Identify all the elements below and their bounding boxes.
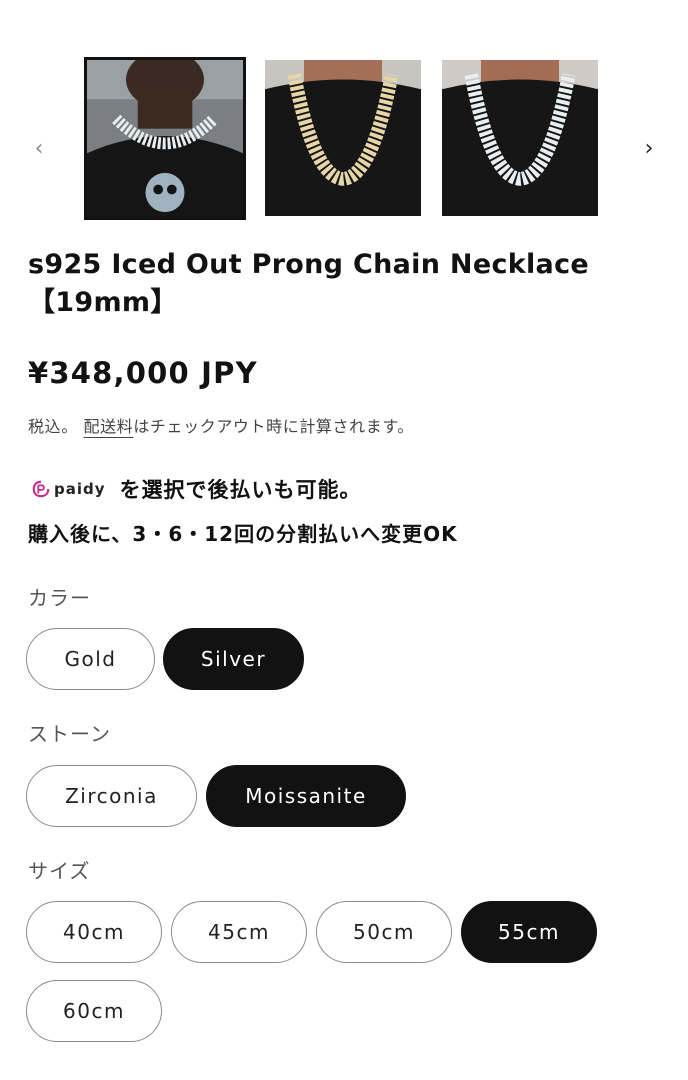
product-image-3[interactable] — [442, 60, 598, 216]
product-image-1[interactable] — [84, 57, 246, 220]
image-carousel: ‹ › — [0, 0, 688, 240]
tax-note: 税込。 配送料はチェックアウト時に計算されます。 — [28, 413, 414, 437]
color-option-gold[interactable]: Gold — [26, 628, 155, 690]
color-label: カラー — [28, 586, 91, 610]
product-title-line2: 【19mm】 — [28, 287, 178, 318]
product-title-line1: s925 Iced Out Prong Chain Necklace — [28, 249, 589, 280]
necklace-photo-3 — [442, 60, 598, 216]
necklace-photo-2 — [265, 60, 421, 216]
tax-suffix: はチェックアウト時に計算されます。 — [133, 417, 414, 436]
necklace-photo-1 — [87, 60, 243, 217]
color-option-silver[interactable]: Silver — [163, 628, 304, 690]
size-option-60cm[interactable]: 60cm — [26, 980, 162, 1042]
product-page: ‹ › s925 Iced Out Prong Chain Necklace 【… — [0, 0, 688, 1080]
tax-prefix: 税込。 — [28, 417, 78, 436]
stone-option-zirconia[interactable]: Zirconia — [26, 765, 197, 827]
size-option-50cm[interactable]: 50cm — [316, 901, 452, 963]
paidy-message: を選択で後払いも可能。 — [119, 478, 362, 502]
stone-option-moissanite[interactable]: Moissanite — [206, 765, 406, 827]
paidy-logo: paidy — [32, 480, 106, 498]
paidy-logo-text: paidy — [54, 480, 106, 498]
shipping-link[interactable]: 配送料 — [84, 417, 134, 436]
product-title: s925 Iced Out Prong Chain Necklace 【19mm… — [28, 246, 648, 322]
size-label: サイズ — [28, 859, 91, 883]
chevron-left-icon[interactable]: ‹ — [24, 130, 54, 166]
paidy-mark-icon — [32, 480, 50, 498]
product-price: ¥348,000 JPY — [28, 356, 258, 390]
chevron-right-icon[interactable]: › — [634, 130, 664, 166]
size-option-40cm[interactable]: 40cm — [26, 901, 162, 963]
size-option-45cm[interactable]: 45cm — [171, 901, 307, 963]
stone-label: ストーン — [28, 722, 111, 746]
paidy-promo: paidy を選択で後払いも可能。 — [32, 474, 362, 504]
size-option-55cm[interactable]: 55cm — [461, 901, 597, 963]
installment-note: 購入後に、3・6・12回の分割払いへ変更OK — [28, 522, 458, 546]
product-image-2[interactable] — [265, 60, 421, 216]
